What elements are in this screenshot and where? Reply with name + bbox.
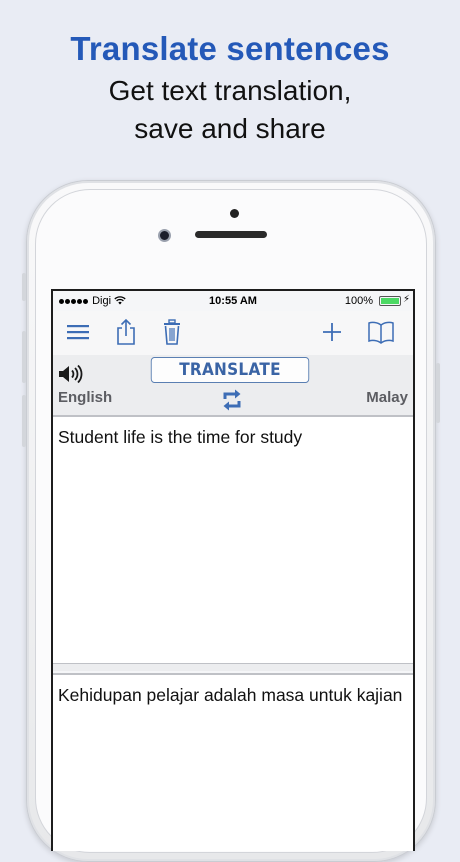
charging-bolt-icon: ⚡ <box>402 294 410 305</box>
status-bar: Digi 10:55 AM 100% ⚡ <box>53 291 413 311</box>
promo-headline: Translate sentences <box>70 30 390 67</box>
translated-text[interactable]: Kehidupan pelajar adalah masa untuk kaji… <box>58 683 403 708</box>
translate-button[interactable]: TRANSLATE <box>150 357 310 383</box>
phone-frame: Digi 10:55 AM 100% ⚡ TRANSLATE English M… <box>22 180 440 862</box>
translated-text-area[interactable]: Kehidupan pelajar adalah masa untuk kaji… <box>53 673 413 851</box>
trash-icon[interactable] <box>159 317 185 347</box>
front-camera <box>158 229 171 242</box>
mute-switch <box>22 273 26 301</box>
book-icon[interactable] <box>366 317 396 347</box>
promo-subline-2: save and share <box>134 113 326 144</box>
menu-icon[interactable] <box>65 317 91 347</box>
phone-screen: Digi 10:55 AM 100% ⚡ TRANSLATE English M… <box>51 289 415 851</box>
source-text[interactable]: Student life is the time for study <box>58 425 403 450</box>
pane-divider <box>53 663 413 671</box>
swap-languages-icon[interactable] <box>221 388 243 417</box>
target-language[interactable]: Malay <box>366 389 408 406</box>
plus-icon[interactable] <box>319 317 345 347</box>
volume-down-button <box>22 395 26 447</box>
speaker-icon[interactable] <box>58 364 84 389</box>
earpiece-speaker <box>195 231 267 238</box>
power-button <box>436 363 440 423</box>
source-text-area[interactable]: Student life is the time for study <box>53 417 413 663</box>
source-language[interactable]: English <box>58 389 112 406</box>
language-bar: TRANSLATE English Malay <box>53 355 413 417</box>
battery-percent: 100% <box>344 295 373 307</box>
battery-fill <box>381 298 399 304</box>
battery-icon <box>379 296 401 306</box>
volume-up-button <box>22 331 26 383</box>
toolbar <box>53 311 413 356</box>
proximity-sensor <box>230 209 239 218</box>
promo-subline-1: Get text translation, <box>108 75 352 106</box>
share-icon[interactable] <box>113 317 139 347</box>
